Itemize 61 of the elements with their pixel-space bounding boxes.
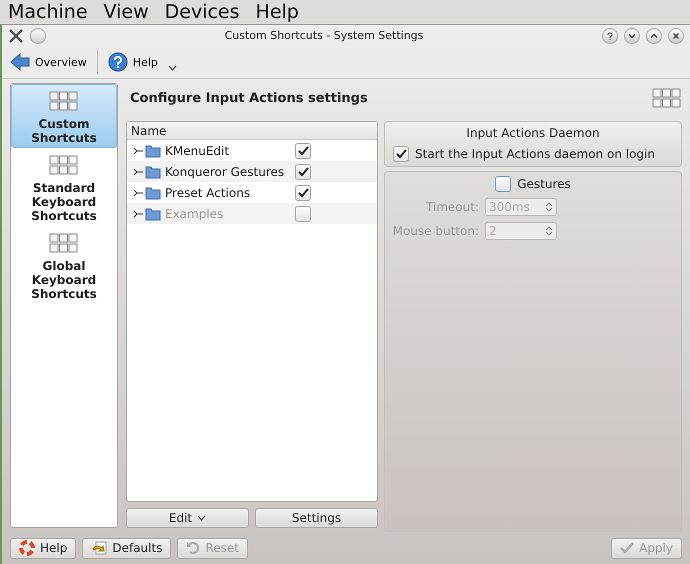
close-icon (672, 32, 680, 40)
checkbox-label: Gestures (517, 177, 571, 191)
check-icon (298, 166, 308, 176)
dialog-button[interactable]: Defaults (82, 538, 172, 558)
folder-icon (145, 164, 161, 178)
sidebar-item[interactable]: Custom Shortcuts (11, 84, 117, 148)
menu-item[interactable]: View (104, 1, 149, 23)
checkbox[interactable] (295, 184, 311, 200)
lifebuoy-icon (19, 540, 35, 556)
panel-button[interactable]: Settings (255, 508, 378, 528)
keyboard-icon (49, 155, 79, 175)
spin-arrows-icon (545, 201, 553, 213)
folder-icon (145, 186, 161, 200)
check-icon (396, 149, 406, 159)
dialog-button[interactable]: Help (10, 538, 76, 558)
expand-icon[interactable] (133, 146, 143, 154)
question-mark-icon (606, 32, 614, 40)
toolbar-button[interactable]: Help (106, 50, 160, 74)
checkbox[interactable] (295, 142, 311, 158)
checkbox[interactable] (295, 164, 311, 180)
folder-icon (145, 206, 161, 220)
undo-arrow-icon (91, 541, 108, 555)
sidebar-item[interactable]: Standard Keyboard Shortcuts (11, 148, 117, 226)
menu-item[interactable]: Help (256, 1, 299, 23)
check-icon (298, 146, 308, 156)
reset-arrow-icon (186, 541, 200, 555)
menu-item[interactable]: Machine (8, 1, 88, 23)
chevron-up-icon (650, 32, 658, 40)
caret-icon[interactable] (168, 65, 177, 71)
spin-arrows-icon (545, 225, 553, 237)
keyboard-icon (49, 91, 79, 111)
panel-button[interactable]: Edit (126, 508, 249, 528)
caret-icon (197, 515, 206, 521)
expand-icon[interactable] (133, 168, 143, 176)
field-label: Mouse button: (392, 224, 479, 238)
chevron-down-icon (628, 32, 636, 40)
help-icon (108, 52, 128, 72)
back-arrow-icon (10, 53, 30, 71)
checkbox[interactable] (495, 176, 512, 192)
menu-item[interactable]: Devices (164, 1, 240, 23)
keyboard-icon (652, 88, 682, 108)
help-button[interactable] (602, 28, 618, 44)
toolbar-button[interactable]: Overview (8, 51, 89, 73)
expand-icon[interactable] (133, 188, 143, 196)
sidebar-item[interactable]: Global Keyboard Shortcuts (11, 226, 117, 304)
maximize-button[interactable] (646, 28, 662, 44)
keyboard-icon (49, 233, 79, 253)
close-button[interactable] (668, 28, 684, 44)
check-icon (298, 188, 308, 198)
column-header[interactable]: Name (131, 124, 166, 138)
page-heading: Configure Input Actions settings (129, 90, 368, 106)
field-label: Timeout: (424, 200, 479, 214)
checkbox[interactable] (393, 146, 409, 162)
check-icon (620, 542, 634, 554)
minimize-button[interactable] (624, 28, 640, 44)
group-title: Input Actions Daemon (465, 126, 601, 140)
checkbox-label: Start the Input Actions daemon on login (415, 147, 655, 161)
tree-item[interactable]: Preset Actions (165, 186, 295, 200)
tree-item[interactable]: KMenuEdit (165, 144, 295, 158)
window-title: Custom Shortcuts - System Settings (224, 29, 424, 42)
folder-icon (145, 144, 161, 158)
